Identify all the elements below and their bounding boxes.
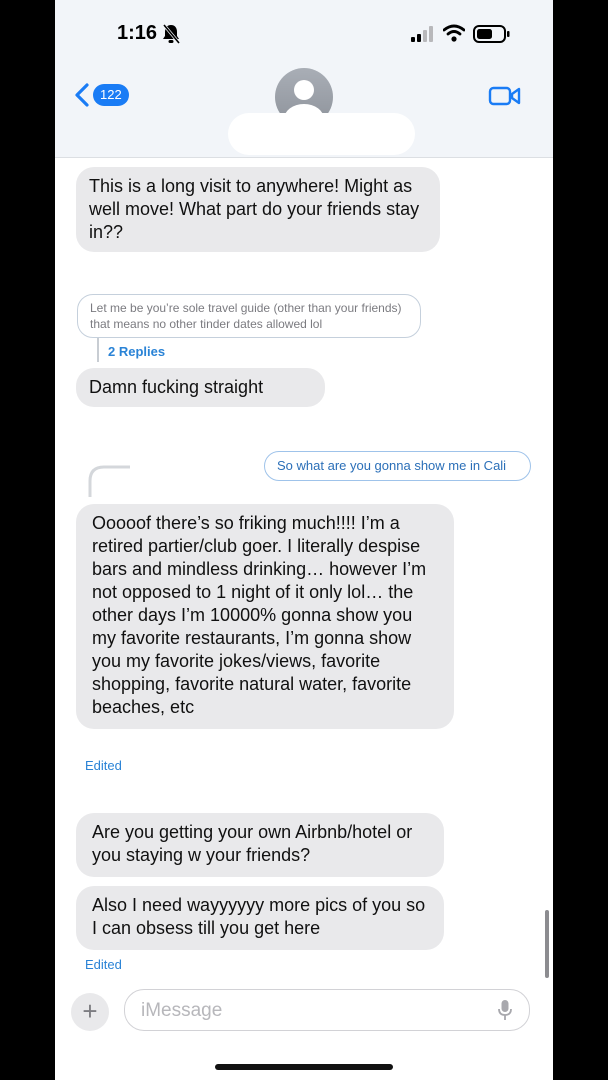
received-message[interactable]: Are you getting your own Airbnb/hotel or… [76, 813, 444, 877]
imessage-field[interactable] [124, 989, 530, 1031]
edited-label[interactable]: Edited [85, 957, 122, 972]
unread-count-badge: 122 [93, 84, 129, 106]
compose-bar: + [55, 985, 553, 1045]
sent-quoted-message[interactable]: So what are you gonna show me in Cali [264, 451, 531, 481]
status-time: 1:16 [117, 22, 158, 44]
thread-line [97, 338, 99, 362]
conversation-header: 1:16 122 [55, 0, 553, 158]
microphone-icon[interactable] [497, 999, 513, 1021]
message-input[interactable] [139, 998, 483, 1024]
messages-screen: 1:16 122 This is a long visit to anywher… [55, 0, 553, 1080]
chevron-left-icon [75, 83, 89, 107]
scrollbar[interactable] [545, 910, 549, 978]
received-message[interactable]: Damn fucking straight [76, 368, 325, 407]
edited-label[interactable]: Edited [85, 758, 122, 773]
home-indicator [215, 1064, 393, 1070]
bell-slash-icon [162, 24, 181, 44]
contact-name-redacted[interactable] [228, 113, 415, 155]
battery-icon [473, 25, 510, 43]
avatar-head [294, 80, 314, 100]
received-message[interactable]: This is a long visit to anywhere! Might … [76, 167, 440, 252]
reply-connector-icon [88, 465, 130, 497]
quoted-thread-message[interactable]: Let me be you’re sole travel guide (othe… [77, 294, 421, 338]
plus-icon[interactable]: + [71, 993, 109, 1031]
replies-link[interactable]: 2 Replies [108, 344, 165, 359]
signal-icon [411, 26, 433, 42]
received-message[interactable]: Also I need wayyyyyy more pics of you so… [76, 886, 444, 950]
back-button[interactable]: 122 [73, 80, 145, 110]
wifi-icon [443, 24, 465, 42]
received-message[interactable]: Ooooof there’s so friking much!!!! I’m a… [76, 504, 454, 729]
video-camera-icon[interactable] [488, 84, 522, 108]
